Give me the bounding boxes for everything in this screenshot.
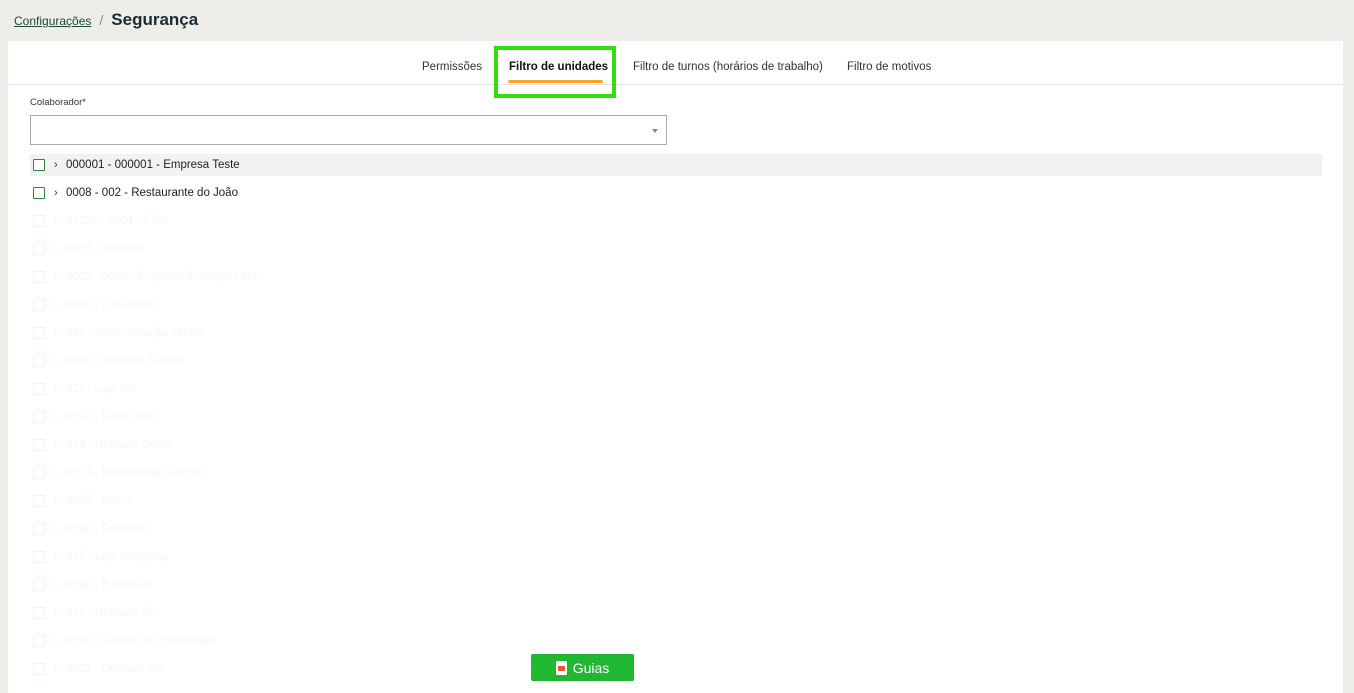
- tree-row-label: 01234 - 0001 - Filial: [66, 215, 168, 227]
- content-card: Permissões Filtro de unidades Filtro de …: [8, 41, 1343, 693]
- tree-row[interactable]: › 01234 - 0001 - Filial: [30, 210, 1322, 232]
- tree-row[interactable]: › 0020 - Centro de Distribuição: [30, 630, 1322, 652]
- tree-row-label: 0006 - Loja Norte: [66, 299, 155, 311]
- unit-checkbox[interactable]: [33, 159, 45, 171]
- tree-row-label: 0008 - 002 - Restaurante do João: [66, 187, 238, 199]
- chevron-right-icon[interactable]: ›: [54, 467, 66, 479]
- tree-row-label: 0015 - Matriz: [66, 495, 134, 507]
- chevron-right-icon[interactable]: ›: [54, 243, 66, 255]
- unit-checkbox[interactable]: [33, 551, 45, 563]
- tree-row[interactable]: › 0018 - Escritório: [30, 574, 1322, 596]
- unit-checkbox[interactable]: [33, 215, 45, 227]
- unit-checkbox[interactable]: [33, 243, 45, 255]
- chevron-right-icon[interactable]: ›: [54, 579, 66, 591]
- chevron-right-icon[interactable]: ›: [54, 299, 66, 311]
- tree-row[interactable]: › 0002 - 0003 - Empresa Exemplo Ltda: [30, 266, 1322, 288]
- breadcrumb-separator: /: [99, 12, 104, 28]
- chevron-right-icon[interactable]: ›: [54, 607, 66, 619]
- tab-shift-filter[interactable]: Filtro de turnos (horários de trabalho): [633, 61, 823, 73]
- breadcrumb: Configurações / Segurança: [14, 10, 198, 32]
- tree-row[interactable]: › 0021 - Unidade Sul: [30, 658, 1322, 680]
- tree-row[interactable]: › 000001 - 000001 - Empresa Teste: [30, 154, 1322, 176]
- tree-row[interactable]: › 017 - Loja Shopping: [30, 546, 1322, 568]
- tree-row-label: 017 - Loja Shopping: [66, 551, 169, 563]
- tree-row[interactable]: › 013 - Unidade Oeste: [30, 434, 1322, 456]
- unit-checkbox[interactable]: [33, 467, 45, 479]
- chevron-right-icon[interactable]: ›: [54, 271, 66, 283]
- unit-checkbox[interactable]: [33, 579, 45, 591]
- unit-checkbox[interactable]: [33, 355, 45, 367]
- unit-checkbox[interactable]: [33, 299, 45, 311]
- tree-row[interactable]: › 0005 - Unidade: [30, 238, 1322, 260]
- tree-row-label: 011 - Loja Sul: [66, 383, 137, 395]
- tree-row-label: 0012 - Filial Leste: [66, 411, 157, 423]
- tree-row[interactable]: › 011 - Loja Sul: [30, 378, 1322, 400]
- document-icon: [555, 660, 567, 675]
- guides-button-label: Guias: [572, 659, 610, 676]
- tab-reason-filter[interactable]: Filtro de motivos: [847, 61, 931, 73]
- tree-row[interactable]: › 0009 - Unidade Centro: [30, 350, 1322, 372]
- tree-row-label: 019 - Unidade Rio: [66, 607, 159, 619]
- tab-bar: Permissões Filtro de unidades Filtro de …: [8, 41, 1343, 98]
- tree-row[interactable]: › 0014 - Restaurante Centro: [30, 462, 1322, 484]
- chevron-right-icon[interactable]: ›: [54, 411, 66, 423]
- tree-row[interactable]: › 010 - Administração central: [30, 322, 1322, 344]
- tree-row[interactable]: › 0016 - Depósito: [30, 518, 1322, 540]
- tree-row-label: 000001 - 000001 - Empresa Teste: [66, 159, 240, 171]
- unit-checkbox[interactable]: [33, 495, 45, 507]
- chevron-right-icon[interactable]: ›: [54, 383, 66, 395]
- unit-checkbox[interactable]: [33, 607, 45, 619]
- unit-checkbox[interactable]: [33, 327, 45, 339]
- caret-down-icon[interactable]: [652, 129, 658, 133]
- tree-row[interactable]: › 0006 - Loja Norte: [30, 294, 1322, 316]
- collaborator-select[interactable]: [30, 115, 667, 145]
- chevron-right-icon[interactable]: ›: [54, 327, 66, 339]
- tree-row-label: 0002 - 0003 - Empresa Exemplo Ltda: [66, 271, 258, 283]
- breadcrumb-link-settings[interactable]: Configurações: [14, 14, 91, 28]
- page-title: Segurança: [111, 10, 199, 29]
- tab-unit-filter[interactable]: Filtro de unidades: [509, 61, 608, 73]
- tree-row[interactable]: › 0008 - 002 - Restaurante do João: [30, 182, 1322, 204]
- unit-checkbox[interactable]: [33, 187, 45, 199]
- unit-checkbox[interactable]: [33, 383, 45, 395]
- chevron-right-icon[interactable]: ›: [54, 495, 66, 507]
- chevron-right-icon[interactable]: ›: [54, 523, 66, 535]
- unit-checkbox[interactable]: [33, 439, 45, 451]
- tree-row-label: 010 - Administração central: [66, 327, 206, 339]
- chevron-right-icon[interactable]: ›: [54, 187, 66, 199]
- chevron-right-icon[interactable]: ›: [54, 159, 66, 171]
- tree-row[interactable]: › 019 - Unidade Rio: [30, 602, 1322, 624]
- tree-row-label: 0020 - Centro de Distribuição: [66, 635, 216, 647]
- unit-checkbox[interactable]: [33, 663, 45, 675]
- unit-tree: › 000001 - 000001 - Empresa Teste › 0008 - …: [30, 154, 1322, 686]
- chevron-right-icon[interactable]: ›: [54, 551, 66, 563]
- chevron-right-icon[interactable]: ›: [54, 355, 66, 367]
- active-tab-indicator: [508, 80, 603, 83]
- unit-checkbox[interactable]: [33, 523, 45, 535]
- chevron-right-icon[interactable]: ›: [54, 215, 66, 227]
- tree-row-label: 0005 - Unidade: [66, 243, 145, 255]
- tree-row-label: 0021 - Unidade Sul: [66, 663, 165, 675]
- tree-row-label: 013 - Unidade Oeste: [66, 439, 173, 451]
- unit-checkbox[interactable]: [33, 271, 45, 283]
- tree-row-label: 0009 - Unidade Centro: [66, 355, 183, 367]
- tree-row-label: 0018 - Escritório: [66, 579, 150, 591]
- chevron-right-icon[interactable]: ›: [54, 439, 66, 451]
- chevron-right-icon[interactable]: ›: [54, 635, 66, 647]
- guides-button[interactable]: Guias: [531, 654, 634, 681]
- tree-row[interactable]: › 0012 - Filial Leste: [30, 406, 1322, 428]
- tree-row[interactable]: › 0015 - Matriz: [30, 490, 1322, 512]
- unit-checkbox[interactable]: [33, 411, 45, 423]
- tree-row-label: 0016 - Depósito: [66, 523, 148, 535]
- tab-permissions[interactable]: Permissões: [422, 61, 482, 73]
- collaborator-label: Colaborador*: [30, 97, 86, 108]
- chevron-right-icon[interactable]: ›: [54, 663, 66, 675]
- tree-row-label: 0014 - Restaurante Centro: [66, 467, 203, 479]
- unit-checkbox[interactable]: [33, 635, 45, 647]
